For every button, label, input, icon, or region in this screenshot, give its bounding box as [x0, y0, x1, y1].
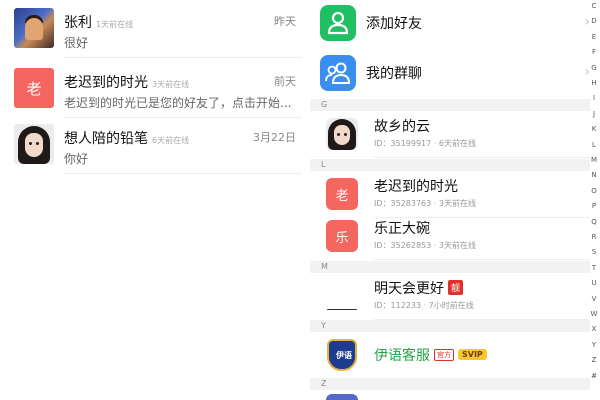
contact-name: 老迟到的时光: [64, 75, 148, 91]
contact-name: 张利: [64, 15, 92, 31]
index-letter[interactable]: F: [590, 48, 598, 56]
avatar: 乐: [326, 220, 358, 252]
contact-meta: ID：35199917 · 6天前在线: [374, 139, 476, 148]
index-letter[interactable]: I: [590, 94, 598, 102]
group-chat-icon: [320, 55, 356, 91]
index-letter[interactable]: X: [590, 325, 598, 333]
official-badge: 官方: [434, 349, 454, 361]
index-letter[interactable]: H: [590, 79, 598, 87]
add-person-icon: [320, 5, 356, 41]
message-time: 3月22日: [253, 131, 296, 144]
avatar: 老: [326, 178, 358, 210]
section-header: G: [310, 99, 590, 111]
index-letter[interactable]: N: [590, 171, 598, 179]
contact-meta: ID：35283763 · 3天前在线: [374, 199, 476, 208]
contact-row[interactable]: 明天会更好靓 ID：112233 · 7小时前在线: [310, 274, 590, 320]
message-preview: 很好: [64, 36, 89, 50]
contact-name: 故乡的云: [374, 119, 430, 135]
section-letter: Y: [321, 321, 326, 330]
contacts-panel: 添加好友 › 我的群聊 › G 故乡的云 ID：35199917 · 6天前在线…: [310, 0, 600, 400]
section-letter: L: [321, 160, 326, 169]
message-list: 张利 1天前在线 很好 昨天 老 老迟到的时光 3天前在线 老迟到的时光已是您的好友…: [0, 0, 302, 400]
section-header: M: [310, 261, 590, 273]
section-header: Z: [310, 378, 590, 390]
avatar: [326, 280, 358, 312]
contact-name: 想人陪的铅笔: [64, 131, 148, 147]
contact-meta: ID：35262853 · 3天前在线: [374, 241, 476, 250]
index-letter[interactable]: O: [590, 187, 598, 195]
avatar[interactable]: 老: [14, 68, 54, 108]
section-letter: M: [321, 262, 328, 271]
index-letter[interactable]: Z: [590, 356, 598, 364]
index-letter[interactable]: K: [590, 125, 598, 133]
index-letter[interactable]: Q: [590, 218, 598, 226]
group-chat-entry[interactable]: 我的群聊 ›: [310, 50, 590, 98]
contact-name: 明天会更好: [374, 281, 444, 297]
contact-row[interactable]: 乐 乐正大碗 ID：35262853 · 3天前在线: [310, 214, 590, 260]
shield-logo-icon: 伊语: [327, 339, 357, 371]
index-letter[interactable]: L: [590, 141, 598, 149]
index-letter[interactable]: M: [590, 156, 598, 164]
avatar: 伊语: [326, 339, 358, 371]
contact-name: 乐正大碗: [374, 221, 430, 237]
group-chat-label: 我的群聊: [366, 66, 422, 82]
avatar: [326, 118, 358, 150]
index-letter[interactable]: W: [590, 310, 598, 318]
message-item[interactable]: 想人陪的铅笔 6天前在线 你好 3月22日: [0, 116, 302, 174]
index-letter[interactable]: P: [590, 202, 598, 210]
svip-badge: SVIP: [458, 349, 487, 360]
contact-row[interactable]: 伊语 伊语客服 官方 SVIP: [310, 333, 590, 379]
index-letter[interactable]: S: [590, 248, 598, 256]
index-letter[interactable]: Y: [590, 341, 598, 349]
index-letter[interactable]: T: [590, 264, 598, 272]
contact-name: 老迟到的时光: [374, 179, 458, 195]
online-status: 3天前在线: [152, 80, 190, 89]
contact-meta: ID：112233 · 7小时前在线: [374, 301, 474, 310]
message-preview: 老迟到的时光已是您的好友了，点击开始...: [64, 96, 292, 110]
index-letter[interactable]: D: [590, 17, 598, 25]
index-letter[interactable]: #: [590, 372, 598, 380]
message-time: 昨天: [274, 15, 296, 28]
divider: [374, 259, 590, 260]
avatar[interactable]: [326, 394, 358, 400]
divider: [374, 157, 590, 158]
index-letter[interactable]: R: [590, 233, 598, 241]
section-header: Y: [310, 320, 590, 332]
divider: [64, 173, 302, 174]
avatar[interactable]: [14, 124, 54, 164]
add-friend-entry[interactable]: 添加好友 ›: [310, 0, 590, 48]
message-preview: 你好: [64, 152, 89, 166]
index-letter[interactable]: C: [590, 2, 598, 10]
section-letter: G: [321, 100, 328, 109]
message-item[interactable]: 老 老迟到的时光 3天前在线 老迟到的时光已是您的好友了，点击开始... 前天: [0, 60, 302, 118]
index-letter[interactable]: V: [590, 295, 598, 303]
alphabet-index[interactable]: C D E F G H I J K L M N O P Q R S T U V W X Y Z #: [590, 0, 598, 400]
message-item[interactable]: 张利 1天前在线 很好 昨天: [0, 0, 302, 58]
contact-row[interactable]: 故乡的云 ID：35199917 · 6天前在线: [310, 112, 590, 158]
message-time: 前天: [274, 75, 296, 88]
index-letter[interactable]: U: [590, 279, 598, 287]
section-header: L: [310, 159, 590, 171]
online-status: 6天前在线: [152, 136, 190, 145]
section-letter: Z: [321, 379, 327, 388]
pretty-id-badge: 靓: [448, 280, 464, 295]
index-letter[interactable]: E: [590, 33, 598, 41]
index-letter[interactable]: J: [590, 110, 598, 118]
divider: [64, 57, 302, 58]
add-friend-label: 添加好友: [366, 16, 422, 32]
contact-row[interactable]: 老 老迟到的时光 ID：35283763 · 3天前在线: [310, 172, 590, 218]
index-letter[interactable]: G: [590, 64, 598, 72]
online-status: 1天前在线: [96, 20, 134, 29]
avatar[interactable]: [14, 8, 54, 48]
contact-name: 伊语客服: [374, 348, 430, 364]
